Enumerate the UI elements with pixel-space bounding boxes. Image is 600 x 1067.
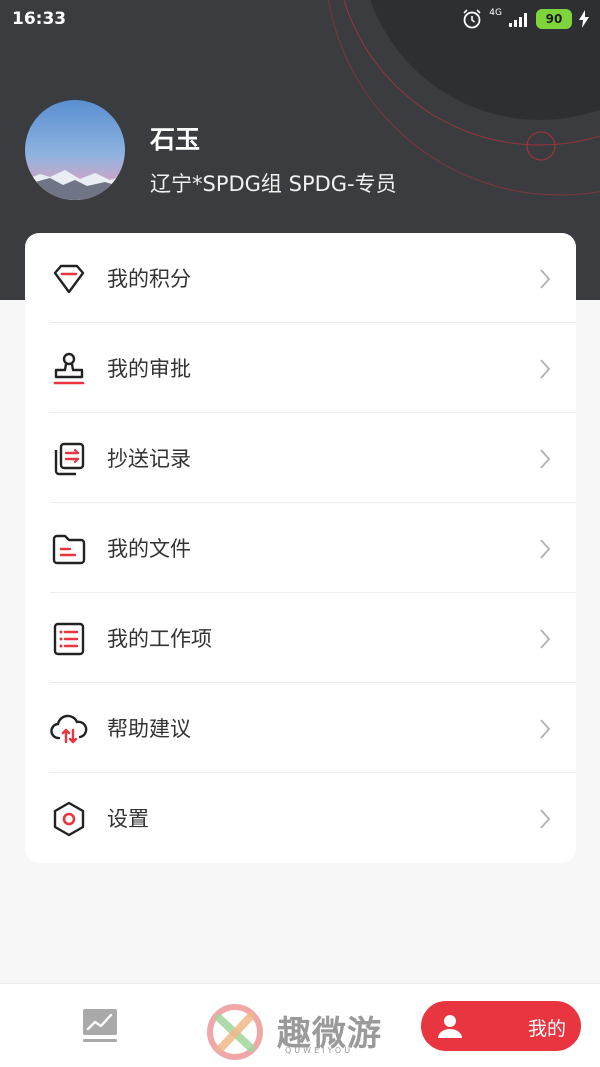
chevron-right-icon [540, 359, 551, 379]
battery-level: 90 [545, 12, 563, 26]
chart-icon[interactable] [80, 1006, 120, 1046]
menu-item-cc-records[interactable]: 抄送记录 [25, 413, 576, 503]
menu-label: 我的文件 [107, 537, 191, 561]
menu-card: 我的积分 我的审批 抄送记录 我的文件 我的工作项 帮助建议 设置 [25, 233, 576, 863]
user-name: 石玉 [150, 125, 201, 154]
watermark-subtext: QUWEIYOU [285, 1046, 354, 1055]
menu-label: 设置 [107, 807, 149, 831]
list-icon [53, 622, 85, 656]
watermark: 趣微游 QUWEIYOU [205, 1002, 405, 1062]
nav-tab-mine[interactable]: 我的 [421, 1001, 581, 1051]
menu-item-help-feedback[interactable]: 帮助建议 [25, 683, 576, 773]
menu-item-settings[interactable]: 设置 [25, 773, 576, 863]
menu-label: 我的积分 [107, 267, 191, 291]
stamp-icon [53, 352, 85, 385]
network-type: 4G [489, 8, 502, 18]
status-time: 16:33 [12, 9, 67, 29]
avatar[interactable] [25, 100, 125, 200]
menu-label: 我的工作项 [107, 627, 212, 651]
chevron-right-icon [540, 449, 551, 469]
chevron-right-icon [540, 269, 551, 289]
menu-label: 抄送记录 [107, 447, 191, 471]
menu-item-points[interactable]: 我的积分 [25, 233, 576, 323]
copy-icon [54, 442, 85, 476]
diamond-icon [53, 264, 85, 294]
avatar-image [25, 100, 125, 200]
settings-icon [53, 801, 85, 837]
chevron-right-icon [540, 809, 551, 829]
user-role: 辽宁*SPDG组 SPDG-专员 [150, 172, 397, 196]
status-bar: 16:33 4G 90 [0, 0, 600, 40]
battery-indicator: 90 [536, 9, 572, 29]
chevron-right-icon [540, 539, 551, 559]
menu-item-work-items[interactable]: 我的工作项 [25, 593, 576, 683]
menu-item-approvals[interactable]: 我的审批 [25, 323, 576, 413]
chevron-right-icon [540, 719, 551, 739]
menu-item-files[interactable]: 我的文件 [25, 503, 576, 593]
folder-icon [52, 534, 86, 565]
status-icons: 4G 90 [461, 8, 590, 30]
menu-label: 我的审批 [107, 357, 191, 381]
cloud-icon [50, 714, 88, 744]
charging-icon [579, 10, 589, 28]
bottom-nav: 趣微游 QUWEIYOU 我的 [0, 983, 600, 1067]
alarm-icon [463, 9, 481, 29]
person-icon [438, 1015, 462, 1038]
watermark-logo-icon [207, 1004, 263, 1060]
signal-icon [509, 13, 527, 27]
nav-label-mine: 我的 [528, 1018, 567, 1040]
menu-label: 帮助建议 [107, 717, 191, 741]
chevron-right-icon [540, 629, 551, 649]
